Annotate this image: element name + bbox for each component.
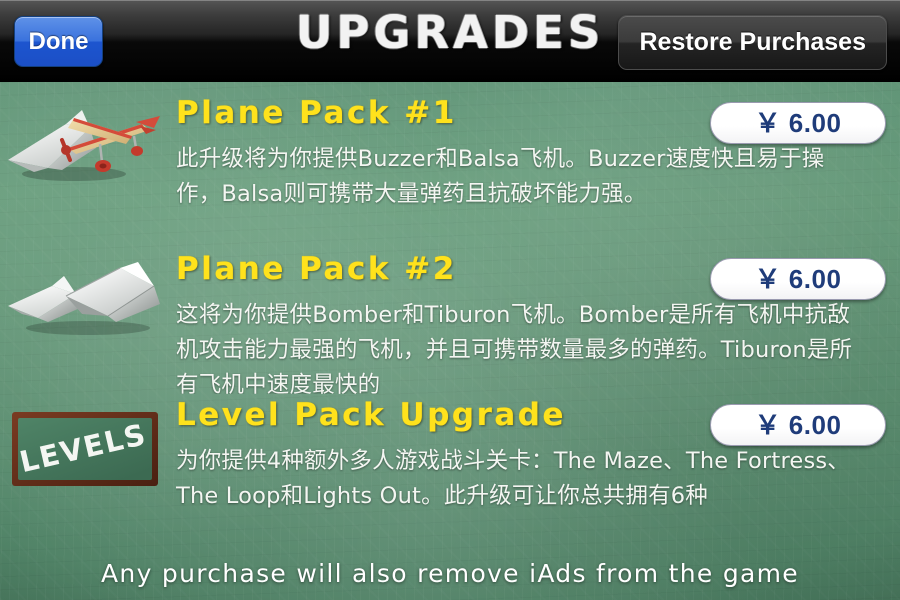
upgrade-description: 为你提供4种额外多人游戏战斗关卡：The Maze、The Fortress、T… [176,448,850,509]
top-navigation-bar: Done UPGRADES Restore Purchases [0,0,900,82]
upgrades-screen: Done UPGRADES Restore Purchases Plane Pa… [0,0,900,600]
buy-price-button[interactable]: ￥ 6.00 [710,258,886,300]
upgrade-row-plane-pack-2[interactable]: Plane Pack #2 这将为你提供Bomber和Tiburon飞机。Bom… [0,252,900,394]
two-paper-planes-icon [4,252,172,348]
paper-plane-and-balsa-plane-icon [4,96,172,192]
restore-purchases-button[interactable]: Restore Purchases [618,15,887,70]
upgrade-description: 这将为你提供Bomber和Tiburon飞机。Bomber是所有飞机中抗敌机攻击… [176,302,853,394]
upgrade-row-level-pack[interactable]: LEVELS Level Pack Upgrade 为你提供4种额外多人游戏战斗… [0,398,900,548]
levels-chalkboard-icon: LEVELS [4,402,172,498]
footer-note: Any purchase will also remove iAds from … [101,559,799,588]
buy-price-button[interactable]: ￥ 6.00 [710,404,886,446]
upgrade-description: 此升级将为你提供Buzzer和Balsa飞机。Buzzer速度快且易于操作，Ba… [176,146,825,207]
buy-price-button[interactable]: ￥ 6.00 [710,102,886,144]
upgrade-row-plane-pack-1[interactable]: Plane Pack #1 此升级将为你提供Buzzer和Balsa飞机。Buz… [0,96,900,236]
